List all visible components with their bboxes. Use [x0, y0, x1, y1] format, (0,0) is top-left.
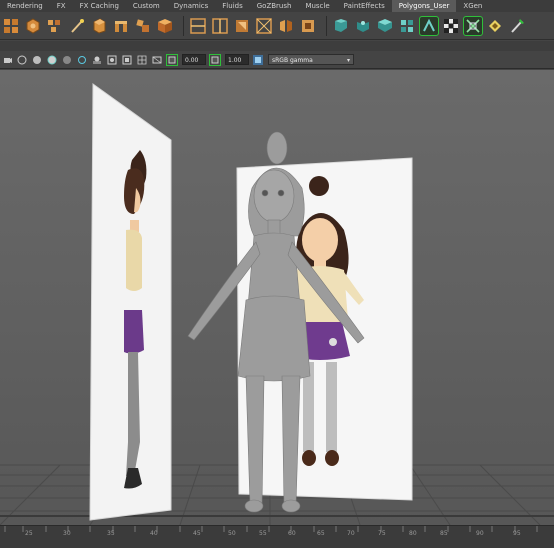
uv-checker-icon[interactable] — [442, 17, 460, 35]
tick-label: 40 — [150, 530, 158, 537]
xray-icon[interactable] — [107, 55, 117, 65]
cube-icon[interactable] — [156, 17, 174, 35]
viewport-3d[interactable] — [0, 70, 554, 525]
tick-label: 95 — [513, 530, 521, 537]
tick-label: 90 — [476, 530, 484, 537]
isolate-icon[interactable] — [122, 55, 132, 65]
separate-icon[interactable] — [299, 17, 317, 35]
combine-icon[interactable] — [134, 17, 152, 35]
bridge-icon[interactable] — [112, 17, 130, 35]
shelf-gap — [0, 41, 554, 51]
tab-muscle[interactable]: Muscle — [298, 0, 336, 12]
wireframe-icon[interactable] — [17, 55, 27, 65]
color-space-label: sRGB gamma — [272, 57, 313, 64]
tick-label: 50 — [228, 530, 236, 537]
brush-icon[interactable] — [68, 17, 86, 35]
tick-label: 30 — [63, 530, 71, 537]
tick-label: 85 — [440, 530, 448, 537]
tab-gozbrush[interactable]: GoZBrush — [250, 0, 299, 12]
uv-layout-icon[interactable] — [463, 15, 483, 36]
select-camera-icon[interactable] — [2, 55, 12, 65]
tab-rendering[interactable]: Rendering — [0, 0, 50, 12]
uv-spherical-icon[interactable] — [376, 17, 394, 35]
gamma-icon[interactable] — [209, 53, 221, 66]
uv-cut-icon[interactable] — [419, 15, 439, 36]
tab-fluids[interactable]: Fluids — [215, 0, 249, 12]
split-icon[interactable] — [189, 17, 207, 35]
uv-auto-icon[interactable] — [398, 17, 416, 35]
time-slider[interactable]: 25 30 35 40 45 50 55 60 65 70 75 80 85 9… — [0, 525, 554, 548]
tick-label: 70 — [347, 530, 355, 537]
color-management-icon[interactable] — [253, 54, 263, 65]
side-image-plane — [89, 83, 172, 521]
exposure-field[interactable]: 0.00 — [182, 54, 206, 65]
uv-unfold-icon[interactable] — [486, 17, 504, 35]
shelf-separator — [326, 15, 327, 36]
chevron-down-icon: ▾ — [346, 57, 350, 64]
tick-label: 75 — [378, 530, 386, 537]
exposure-icon[interactable] — [166, 53, 178, 66]
tab-painteffects[interactable]: PaintEffects — [337, 0, 392, 12]
sphere-icon[interactable] — [24, 17, 42, 35]
grid-toggle-icon[interactable] — [137, 55, 147, 65]
mirror-icon[interactable] — [277, 17, 295, 35]
viewport-scene — [0, 83, 554, 525]
shaded-wire-icon[interactable] — [47, 55, 57, 65]
tick-label: 80 — [409, 530, 417, 537]
tick-label: 25 — [25, 530, 33, 537]
tab-fx[interactable]: FX — [50, 0, 73, 12]
tab-fx-caching[interactable]: FX Caching — [73, 0, 126, 12]
tick-label: 65 — [317, 530, 325, 537]
lighting-icon[interactable] — [77, 55, 87, 65]
smooth-shade-icon[interactable] — [32, 55, 42, 65]
paint-tool-icon[interactable] — [508, 17, 526, 35]
faces-icon[interactable] — [46, 17, 64, 35]
tab-dynamics[interactable]: Dynamics — [167, 0, 216, 12]
insert-loop-icon[interactable] — [211, 17, 229, 35]
extrude-icon[interactable] — [90, 17, 108, 35]
texture-icon[interactable] — [62, 55, 72, 65]
merge-icon[interactable] — [233, 17, 251, 35]
tick-label: 35 — [107, 530, 115, 537]
tab-xgen[interactable]: XGen — [456, 0, 489, 12]
timeline-ticks — [4, 526, 538, 532]
shelf-icon-bar — [0, 12, 554, 40]
uv-planar-icon[interactable] — [332, 17, 350, 35]
shelf-separator — [183, 15, 184, 36]
tab-polygons-user[interactable]: Polygons_User — [391, 0, 457, 12]
shadows-icon[interactable] — [92, 55, 102, 65]
tab-custom[interactable]: Custom — [126, 0, 167, 12]
grid-icon[interactable] — [2, 17, 20, 35]
tick-label: 45 — [193, 530, 201, 537]
tick-label: 55 — [259, 530, 267, 537]
color-space-select[interactable]: sRGB gamma ▾ — [268, 54, 354, 65]
gamma-field[interactable]: 1.00 — [225, 54, 249, 65]
uv-cylindrical-icon[interactable] — [354, 17, 372, 35]
target-weld-icon[interactable] — [255, 17, 273, 35]
panel-toolbar: 0.00 1.00 sRGB gamma ▾ — [0, 51, 554, 69]
tick-label: 60 — [288, 530, 296, 537]
camera-gate-icon[interactable] — [152, 55, 162, 65]
